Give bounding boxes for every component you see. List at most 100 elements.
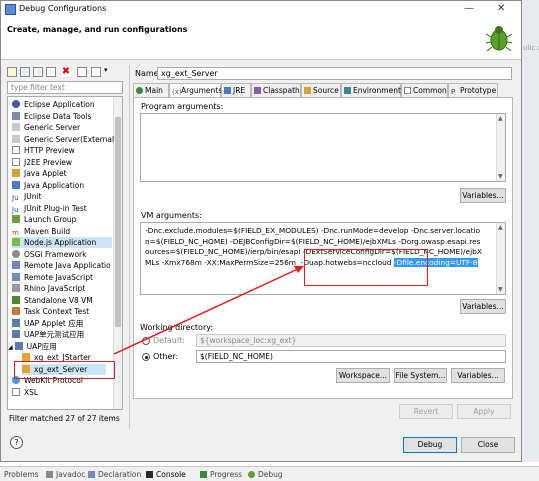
minimize-button[interactable]: — (464, 3, 474, 14)
other-radio[interactable] (142, 353, 150, 361)
tree-item-uap-app[interactable]: ◢ UAP应用 (8, 341, 57, 352)
debug-config-icon (5, 4, 16, 15)
tree-item-junit[interactable]: Ju JUnit (12, 191, 41, 202)
close-button[interactable]: Close (461, 437, 515, 453)
collapse-all-icon[interactable] (77, 67, 87, 77)
junit-icon: Ju (12, 194, 19, 202)
tree-item-j2ee-preview[interactable]: J2EE Preview (12, 157, 72, 168)
common-tab-icon (404, 87, 411, 94)
header-title: Create, manage, and run configurations (7, 25, 188, 34)
applet-icon (12, 169, 20, 177)
tab-classpath[interactable]: Classpath (251, 83, 301, 97)
program-args-textarea[interactable]: ▲ ▼ (140, 113, 506, 182)
other-label: Other: (153, 352, 179, 361)
apply-button[interactable]: Apply (457, 404, 511, 419)
console-icon (146, 471, 153, 478)
default-radio[interactable] (142, 337, 150, 345)
bottom-tab-debug[interactable]: Debug (248, 470, 283, 479)
tab-common[interactable]: Common (401, 83, 448, 97)
tree-item-java-applet[interactable]: Java Applet (12, 168, 67, 179)
bug-icon (485, 26, 513, 52)
tree-item-osgi[interactable]: OSGi Framework (12, 249, 86, 260)
v8-icon (12, 295, 20, 304)
prototype-tab-icon: P (451, 88, 456, 96)
title-bar: Debug Configurations — ✕ (1, 1, 521, 18)
close-window-button[interactable]: ✕ (497, 3, 505, 14)
tree-item-task-context[interactable]: Task Context Test (12, 306, 89, 317)
new-config-icon[interactable] (7, 67, 17, 77)
file-system-button[interactable]: File System... (394, 368, 447, 383)
tree-item-maven-build[interactable]: m Maven Build (12, 226, 70, 237)
vm-args-label: VM arguments: (141, 211, 202, 220)
filter-icon[interactable] (91, 67, 101, 77)
default-label: Default: (153, 336, 185, 345)
xsl-icon (12, 387, 20, 396)
tree-item-remote-js[interactable]: Remote JavaScript (12, 272, 93, 283)
tree-item-java-app[interactable]: Java Application (12, 180, 84, 191)
tree-item-data-tools[interactable]: Eclipse Data Tools (12, 111, 91, 122)
bottom-tab-javadoc[interactable]: Javadoc (46, 470, 85, 479)
debug-button[interactable]: Debug (403, 437, 457, 453)
tree-item-uap-unit-test[interactable]: UAP单元测试应用 (12, 329, 84, 340)
workspace-button[interactable]: Workspace... (336, 368, 390, 383)
filter-input[interactable]: type filter text (7, 81, 123, 94)
tree-item-http-preview[interactable]: HTTP Preview (12, 145, 75, 156)
debug-bug-icon (248, 471, 255, 478)
tab-source[interactable]: Source (301, 83, 341, 97)
tab-prototype[interactable]: P Prototype (448, 83, 498, 97)
environment-tab-icon (344, 87, 351, 94)
jre-tab-icon (224, 87, 231, 94)
tab-arguments[interactable]: (x)Arguments (169, 83, 222, 98)
vm-args-scrollbar[interactable]: ▲ ▼ (496, 223, 505, 294)
export-icon[interactable] (33, 67, 43, 77)
bottom-tab-problems[interactable]: Problems (4, 470, 39, 479)
background-editor: ulic.as (522, 0, 539, 462)
uap-icon (14, 341, 23, 350)
tree-item-eclipse-app[interactable]: Eclipse Application (12, 99, 95, 110)
tree-item-launch-group[interactable]: Launch Group (12, 214, 76, 225)
annotation-box-vm (304, 249, 428, 286)
javadoc-icon (46, 471, 53, 478)
name-field[interactable]: xg_ext_Server (157, 67, 512, 80)
uap-icon (22, 353, 30, 361)
tree-item-xsl[interactable]: XSL (12, 387, 38, 398)
window-title: Debug Configurations (19, 4, 107, 13)
tree-item-generic-server[interactable]: Generic Server (12, 122, 80, 133)
maven-icon: m (12, 228, 19, 237)
revert-button[interactable]: Revert (399, 404, 453, 419)
server-icon (12, 134, 20, 143)
delete-icon[interactable]: ✖ (61, 67, 71, 77)
collapse-arrow-icon[interactable]: ◢ (8, 344, 13, 351)
duplicate-icon[interactable] (20, 67, 30, 77)
launch-icon (12, 215, 20, 223)
working-dir-variables-button[interactable]: Variables... (451, 368, 505, 383)
filter-status: Filter matched 27 of 27 items (9, 414, 120, 423)
import-icon[interactable] (46, 67, 56, 77)
source-tab-icon (304, 87, 311, 94)
tab-jre[interactable]: JRE (221, 83, 251, 97)
tree-item-uap-applet[interactable]: UAP Applet 应用 (12, 318, 83, 329)
tree-item-nodejs-app[interactable]: Node.js Application (12, 237, 112, 248)
vm-variables-button[interactable]: Variables... (460, 299, 506, 314)
bottom-tab-progress[interactable]: Progress (200, 470, 242, 479)
tree-item-standalone-v8[interactable]: Standalone V8 VM (12, 295, 93, 306)
tab-environment[interactable]: Environment (341, 83, 401, 97)
program-variables-button[interactable]: Variables... (460, 188, 506, 203)
background-text: ulic.as (523, 44, 539, 52)
junit-icon: Ju (12, 205, 19, 214)
view-menu-icon[interactable]: ▾ (104, 66, 108, 74)
tree-item-junit-plugin[interactable]: Ju JUnit Plug-in Test (12, 203, 87, 214)
bottom-tab-console[interactable]: Console (146, 470, 186, 479)
tree-item-generic-server-ext[interactable]: Generic Server(External (12, 134, 114, 145)
classpath-tab-icon (254, 87, 261, 94)
program-args-scrollbar[interactable]: ▲ ▼ (496, 114, 505, 181)
tab-main[interactable]: Main (133, 83, 169, 97)
http-icon (12, 146, 20, 154)
tree-item-remote-java[interactable]: Remote Java Applicatio (12, 260, 111, 271)
bottom-tab-declaration[interactable]: Declaration (88, 470, 141, 479)
splitter[interactable] (129, 65, 130, 429)
other-dir-field[interactable]: $(FIELD_NC_HOME) (196, 350, 506, 363)
help-icon[interactable]: ? (10, 436, 23, 449)
tree-item-rhino-js[interactable]: Rhino JavaScript (12, 283, 85, 294)
dialog-header: Create, manage, and run configurations (1, 18, 521, 60)
